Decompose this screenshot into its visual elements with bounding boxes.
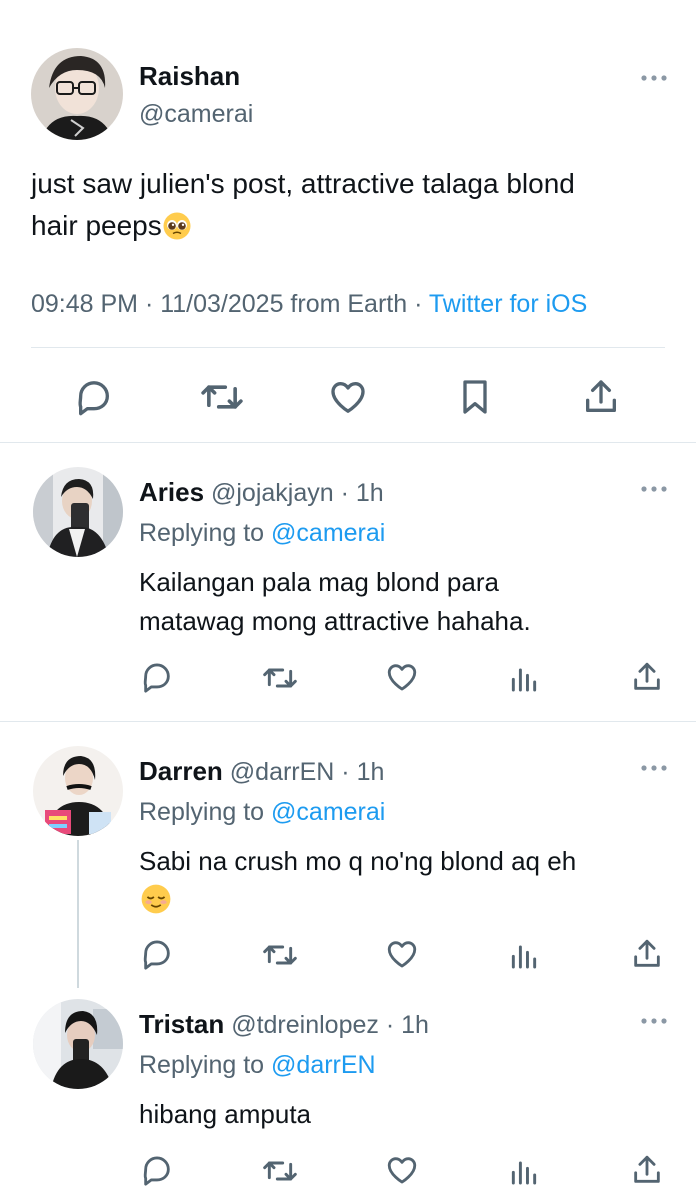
timestamp: · 1h (333, 479, 384, 507)
reply-icon[interactable] (139, 1153, 175, 1187)
like-icon[interactable] (327, 377, 369, 417)
avatar[interactable] (33, 467, 123, 557)
reply-text-line-1: hibang amputa (139, 1099, 312, 1129)
bookmark-icon[interactable] (455, 377, 495, 417)
tweet-text-line-1: just saw julien's post, attractive talag… (31, 168, 575, 199)
author-handle[interactable]: @jojakjayn (211, 479, 334, 507)
pleading-face-emoji-icon (162, 211, 192, 241)
tweet-text-line-2: hair peeps (31, 210, 192, 242)
share-icon[interactable] (630, 1153, 664, 1187)
views-icon[interactable] (508, 939, 540, 971)
author-handle[interactable]: @darrEN (230, 758, 335, 786)
author-name[interactable]: Tristan (139, 1009, 224, 1039)
tweet-timestamp: 09:48 PM · 11/03/2025 from Earth · (31, 290, 429, 318)
timestamp: · 1h (334, 758, 385, 786)
reply-text-line-2: matawag mong attractive hahaha. (139, 606, 531, 636)
author-handle[interactable]: @tdreinlopez (231, 1011, 379, 1039)
replying-to-label: Replying to (139, 798, 272, 826)
reply-header: Darren @darrEN · 1h (139, 756, 384, 787)
like-icon[interactable] (384, 937, 420, 971)
more-options-icon[interactable] (639, 1014, 669, 1028)
reply-icon[interactable] (74, 377, 114, 417)
divider (0, 442, 696, 443)
author-name[interactable]: Raishan (139, 61, 240, 92)
relieved-face-emoji-icon (140, 883, 172, 915)
replying-to: Replying to @camerai (139, 519, 385, 548)
replying-to-link[interactable]: @darrEN (271, 1051, 376, 1079)
more-options-icon[interactable] (639, 482, 669, 496)
author-name[interactable]: Aries (139, 477, 204, 507)
more-options-icon[interactable] (639, 71, 669, 85)
divider (31, 347, 665, 348)
replying-to-link[interactable]: @camerai (271, 519, 385, 547)
retweet-icon[interactable] (260, 662, 300, 694)
replying-to: Replying to @darrEN (139, 1051, 376, 1080)
reply-text-line-1: Sabi na crush mo q no'ng blond aq eh (139, 846, 577, 876)
views-icon[interactable] (508, 662, 540, 694)
like-icon[interactable] (384, 1153, 420, 1187)
share-icon[interactable] (630, 937, 664, 971)
retweet-icon[interactable] (260, 939, 300, 971)
like-icon[interactable] (384, 660, 420, 694)
timestamp: · 1h (378, 1011, 429, 1039)
avatar[interactable] (31, 48, 123, 140)
reply-header: Tristan @tdreinlopez · 1h (139, 1009, 429, 1040)
divider (0, 721, 696, 722)
avatar[interactable] (33, 999, 123, 1089)
replying-to-link[interactable]: @camerai (271, 798, 385, 826)
replying-to: Replying to @camerai (139, 798, 385, 827)
more-options-icon[interactable] (639, 761, 669, 775)
reply-icon[interactable] (139, 660, 175, 694)
retweet-icon[interactable] (260, 1155, 300, 1187)
replying-to-label: Replying to (139, 519, 272, 547)
tweet-text-line-2-text: hair peeps (31, 210, 162, 241)
reply-header: Aries @jojakjayn · 1h (139, 477, 384, 508)
share-icon[interactable] (630, 660, 664, 694)
reply-text-line-1: Kailangan pala mag blond para (139, 567, 499, 597)
reply-icon[interactable] (139, 937, 175, 971)
tweet-source-link[interactable]: Twitter for iOS (429, 290, 587, 318)
replying-to-label: Replying to (139, 1051, 272, 1079)
avatar[interactable] (33, 746, 123, 836)
share-icon[interactable] (580, 377, 622, 417)
tweet-meta: 09:48 PM · 11/03/2025 from Earth · Twitt… (31, 290, 587, 319)
retweet-icon[interactable] (199, 377, 245, 417)
thread-line (77, 840, 79, 988)
author-handle[interactable]: @camerai (139, 100, 253, 129)
author-name[interactable]: Darren (139, 756, 223, 786)
views-icon[interactable] (508, 1155, 540, 1187)
